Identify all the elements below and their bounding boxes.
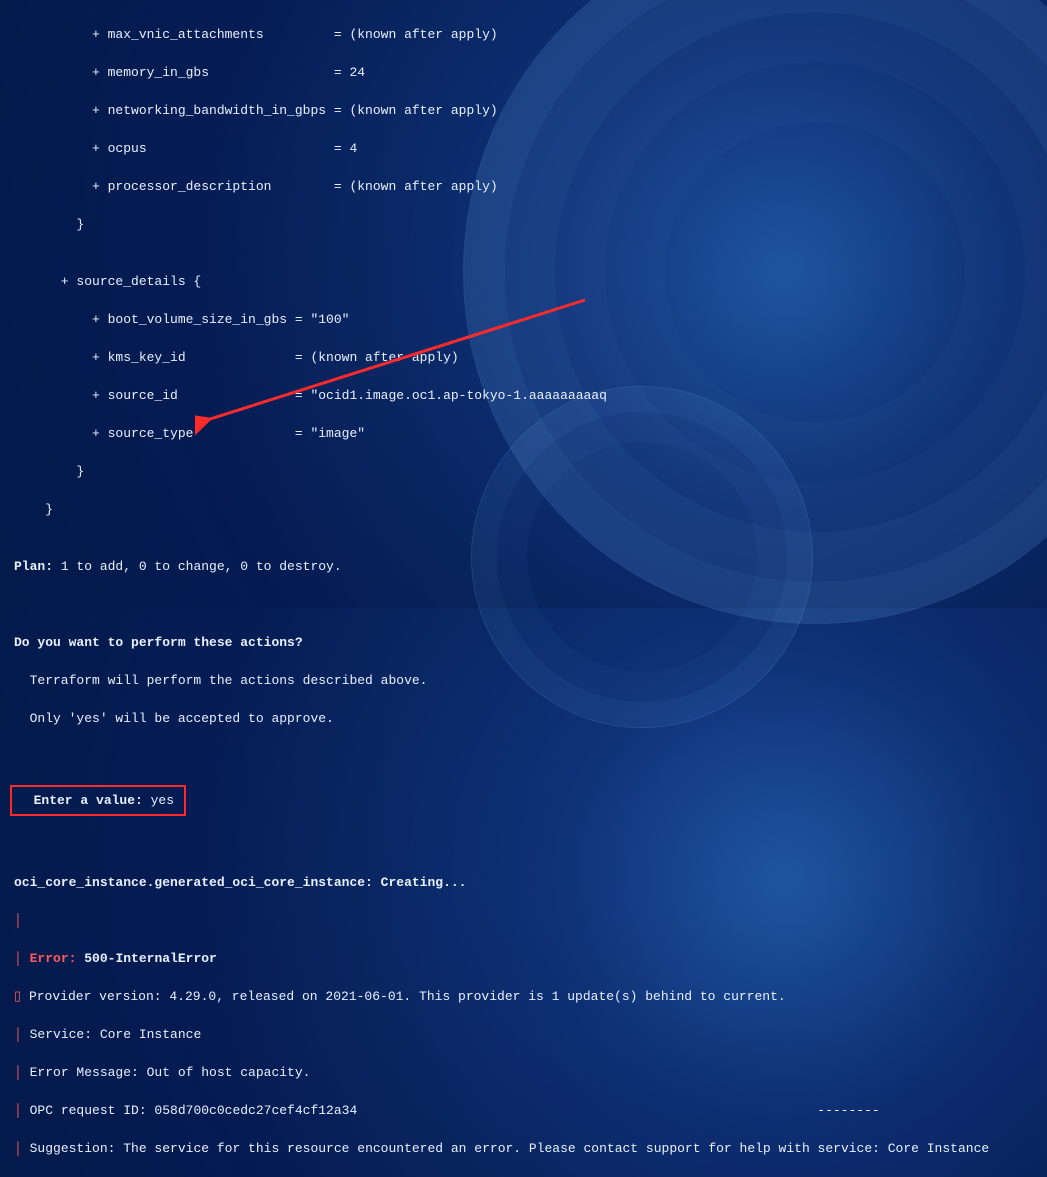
shape-line: } <box>14 500 1033 519</box>
pipe-icon: │ <box>14 1103 22 1118</box>
shape-line: + max_vnic_attachments = (known after ap… <box>14 25 1033 44</box>
plan-line: Plan: 1 to add, 0 to change, 0 to destro… <box>14 557 1033 576</box>
shape-line: + processor_description = (known after a… <box>14 177 1033 196</box>
shape-line: } <box>14 462 1033 481</box>
error-detail-text: Error Message: Out of host capacity. <box>22 1065 311 1080</box>
error-detail-text: Suggestion: The service for this resourc… <box>22 1141 989 1156</box>
error-pipe-line: │ <box>14 911 1033 930</box>
error-detail-line: │ Service: Core Instance <box>14 1025 1033 1044</box>
shape-line: + source_id = "ocid1.image.oc1.ap-tokyo-… <box>14 386 1033 405</box>
shape-line: } <box>14 215 1033 234</box>
error-detail-text: Provider version: 4.29.0, released on 20… <box>21 989 786 1004</box>
error-code: 500-InternalError <box>76 951 216 966</box>
enter-value-highlight: Enter a value: yes <box>10 785 186 816</box>
error-detail-line: │ Suggestion: The service for this resou… <box>14 1139 1033 1158</box>
shape-line: + kms_key_id = (known after apply) <box>14 348 1033 367</box>
terminal-output: + max_vnic_attachments = (known after ap… <box>14 6 1033 1177</box>
enter-value-line: Enter a value: yes <box>14 785 1033 816</box>
pipe-icon: │ <box>14 951 22 966</box>
shape-line: + boot_volume_size_in_gbs = "100" <box>14 310 1033 329</box>
error-detail-line: │ Error Message: Out of host capacity. <box>14 1063 1033 1082</box>
error-detail-line: │ OPC request ID: 058d700c0cedc27cef4cf1… <box>14 1101 1033 1120</box>
pipe-icon: │ <box>14 1027 22 1042</box>
enter-value-input[interactable]: yes <box>151 793 174 808</box>
error-line: │ Error: 500-InternalError <box>14 949 1033 968</box>
plan-label: Plan: <box>14 559 53 574</box>
shape-line: + source_type = "image" <box>14 424 1033 443</box>
plan-text: 1 to add, 0 to change, 0 to destroy. <box>53 559 342 574</box>
error-detail-text: Service: Core Instance <box>22 1027 201 1042</box>
error-label: Error: <box>30 951 77 966</box>
error-box-icon: ▯ <box>14 989 21 1004</box>
blank-line <box>14 595 1033 614</box>
shape-line: + source_details { <box>14 272 1033 291</box>
error-detail-text: OPC request ID: 058d700c0cedc27cef4cf12a… <box>22 1103 357 1118</box>
pipe-icon: │ <box>14 913 22 928</box>
creating-line: oci_core_instance.generated_oci_core_ins… <box>14 873 1033 892</box>
shape-line: + ocpus = 4 <box>14 139 1033 158</box>
error-detail-line: ▯ Provider version: 4.29.0, released on … <box>14 987 1033 1006</box>
shape-line: + networking_bandwidth_in_gbps = (known … <box>14 101 1033 120</box>
pipe-icon: │ <box>14 1065 22 1080</box>
error-detail-tail: -------- <box>817 1103 879 1118</box>
blank-line <box>14 835 1033 854</box>
confirm-heading: Do you want to perform these actions? <box>14 633 1033 652</box>
blank-line <box>14 747 1033 766</box>
confirm-line: Only 'yes' will be accepted to approve. <box>14 709 1033 728</box>
pipe-icon: │ <box>14 1141 22 1156</box>
enter-value-label: Enter a value: <box>18 793 151 808</box>
shape-line: + memory_in_gbs = 24 <box>14 63 1033 82</box>
confirm-line: Terraform will perform the actions descr… <box>14 671 1033 690</box>
